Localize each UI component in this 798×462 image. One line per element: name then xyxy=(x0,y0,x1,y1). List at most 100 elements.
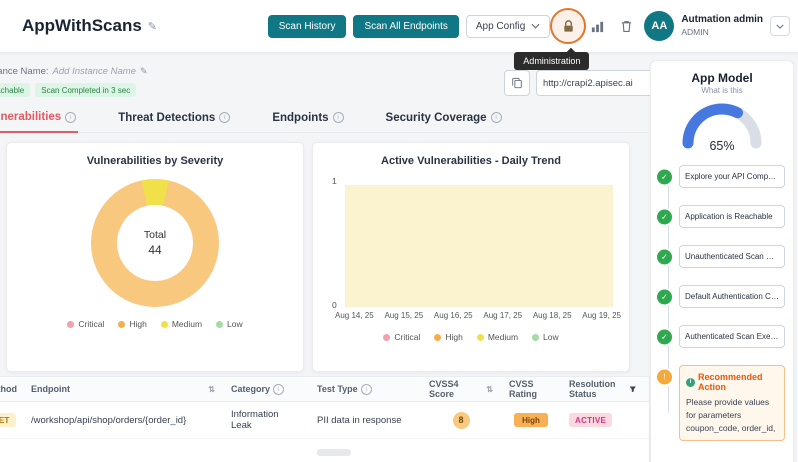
recommended-action-box: i Recommended Action Please provide valu… xyxy=(679,365,785,441)
donut-center: Total 44 xyxy=(117,205,193,281)
legend-item-critical[interactable]: Critical xyxy=(67,319,104,329)
copy-icon xyxy=(511,77,523,89)
model-step[interactable]: ✓ Explore your API Composition xyxy=(679,165,785,188)
vulnerabilities-table: Method Endpoint⇅ Categoryi Test Typei CV… xyxy=(0,376,650,462)
legend-item-high[interactable]: High xyxy=(434,332,462,342)
lock-icon xyxy=(561,19,576,34)
legend-dot xyxy=(532,334,539,341)
legend-dot xyxy=(118,321,125,328)
scan-time-badge: Scan Completed in 3 sec xyxy=(35,83,136,97)
legend-item-low[interactable]: Low xyxy=(216,319,243,329)
severity-donut-wrap: Total 44 xyxy=(91,179,219,307)
legend-item-medium[interactable]: Medium xyxy=(477,332,518,342)
administration-tooltip: Administration xyxy=(514,52,589,70)
edit-title-icon[interactable]: ✎ xyxy=(148,20,157,33)
col-endpoint: Endpoint⇅ xyxy=(23,384,223,394)
legend-dot xyxy=(477,334,484,341)
app-model-title: App Model xyxy=(651,71,793,85)
edit-instance-icon[interactable]: ✎ xyxy=(140,66,148,77)
user-avatar[interactable]: AA xyxy=(644,11,674,41)
y-axis-tick: 1 xyxy=(332,176,337,186)
chevron-down-icon xyxy=(531,23,540,29)
tab-vulnerabilities[interactable]: Vulnerabilitiesi xyxy=(0,106,78,133)
copy-url-button[interactable] xyxy=(504,70,530,96)
loading-bar xyxy=(317,449,351,456)
legend-item-medium[interactable]: Medium xyxy=(161,319,202,329)
scan-history-button[interactable]: Scan History xyxy=(268,15,347,38)
col-method: Method xyxy=(0,384,23,394)
x-axis-labels: Aug 14, 25 Aug 15, 25 Aug 16, 25 Aug 17,… xyxy=(335,311,621,320)
chart-title: Vulnerabilities by Severity xyxy=(7,155,303,167)
method-badge: GET xyxy=(0,413,16,427)
info-icon[interactable]: i xyxy=(219,112,230,123)
severity-chart-card: Vulnerabilities by Severity Total 44 Cri… xyxy=(6,142,304,372)
check-icon: ✓ xyxy=(655,167,674,186)
recommended-action-text: Please provide values for parameters cou… xyxy=(686,396,778,434)
info-icon[interactable]: i xyxy=(333,112,344,123)
model-step[interactable]: ✓ Unauthenticated Scan Exe... xyxy=(679,245,785,268)
administration-lock-button[interactable]: Administration xyxy=(557,15,579,37)
what-is-this-link[interactable]: What is this xyxy=(651,86,793,95)
filter-icon[interactable] xyxy=(629,384,637,394)
warning-icon: ! xyxy=(655,368,674,387)
app-config-dropdown[interactable]: App Config xyxy=(466,15,550,38)
x-axis-label: Aug 18, 25 xyxy=(533,311,572,320)
delete-app-button[interactable] xyxy=(615,15,637,37)
table-row[interactable] xyxy=(0,439,649,462)
check-icon: ✓ xyxy=(655,287,674,306)
x-axis-label: Aug 17, 25 xyxy=(483,311,522,320)
sort-icon[interactable]: ⇅ xyxy=(208,385,215,394)
user-info: Autmation admin ADMIN xyxy=(681,14,763,37)
legend-item-high[interactable]: High xyxy=(118,319,146,329)
tab-threat-detections[interactable]: Threat Detectionsi xyxy=(116,106,232,132)
trend-area-fill xyxy=(345,185,613,307)
check-icon: ✓ xyxy=(655,207,674,226)
cvss-rating-badge: High xyxy=(514,413,548,427)
model-step[interactable]: ✓ Application is Reachable xyxy=(679,205,785,228)
scan-all-endpoints-button[interactable]: Scan All Endpoints xyxy=(353,15,458,38)
col-cvss-score: CVSS4 Score⇅ xyxy=(421,379,501,399)
tab-endpoints[interactable]: Endpointsi xyxy=(270,106,345,132)
user-name: Autmation admin xyxy=(681,14,763,27)
reachable-badge: Reachable xyxy=(0,83,30,97)
category-text: Information Leak xyxy=(231,409,301,431)
app-model-gauge: 65% xyxy=(682,103,762,149)
chevron-down-icon xyxy=(776,24,784,29)
legend-item-critical[interactable]: Critical xyxy=(383,332,420,342)
user-role: ADMIN xyxy=(681,27,763,38)
donut-total-label: Total xyxy=(144,229,166,241)
legend-dot xyxy=(67,321,74,328)
col-test-type: Test Typei xyxy=(309,384,421,395)
x-axis-label: Aug 16, 25 xyxy=(434,311,473,320)
model-step[interactable]: ✓ Authenticated Scan Executed xyxy=(679,325,785,348)
instance-name-line: Instance Name: Add Instance Name ✎ xyxy=(0,66,148,77)
trend-plot: 1 0 xyxy=(345,179,613,307)
info-icon[interactable]: i xyxy=(491,112,502,123)
resolution-status-badge: ACTIVE xyxy=(569,413,612,427)
info-icon[interactable]: i xyxy=(273,384,284,395)
x-axis-label: Aug 15, 25 xyxy=(384,311,423,320)
page-title: AppWithScans ✎ xyxy=(22,16,157,36)
table-row[interactable]: GET /workshop/api/shop/orders/{order_id}… xyxy=(0,402,649,439)
legend-item-low[interactable]: Low xyxy=(532,332,559,342)
app-config-label: App Config xyxy=(476,21,525,32)
sort-icon[interactable]: ⇅ xyxy=(486,385,493,394)
tab-bar: Vulnerabilitiesi Threat Detectionsi Endp… xyxy=(0,106,648,133)
header-actions: Scan History Scan All Endpoints App Conf… xyxy=(268,11,798,41)
instance-bar: Instance Name: Add Instance Name ✎ Reach… xyxy=(0,66,148,97)
app-header: AppWithScans ✎ Scan History Scan All End… xyxy=(0,0,798,53)
recommended-action-title: i Recommended Action xyxy=(686,372,778,392)
chart-title: Active Vulnerabilities - Daily Trend xyxy=(313,155,629,167)
tab-security-coverage[interactable]: Security Coveragei xyxy=(384,106,504,132)
legend-dot xyxy=(383,334,390,341)
col-resolution-status: Resolution Status xyxy=(561,379,645,399)
reports-button[interactable] xyxy=(586,15,608,37)
user-menu-button[interactable] xyxy=(770,16,790,36)
model-step[interactable]: ✓ Default Authentication Conf... xyxy=(679,285,785,308)
add-instance-name-link[interactable]: Add Instance Name xyxy=(53,66,136,77)
col-cvss-rating: CVSS Rating xyxy=(501,379,561,399)
info-icon[interactable]: i xyxy=(361,384,372,395)
app-screen: AppWithScans ✎ Scan History Scan All End… xyxy=(0,0,798,462)
info-icon[interactable]: i xyxy=(65,112,76,123)
status-badges: Reachable Scan Completed in 3 sec xyxy=(0,83,148,97)
